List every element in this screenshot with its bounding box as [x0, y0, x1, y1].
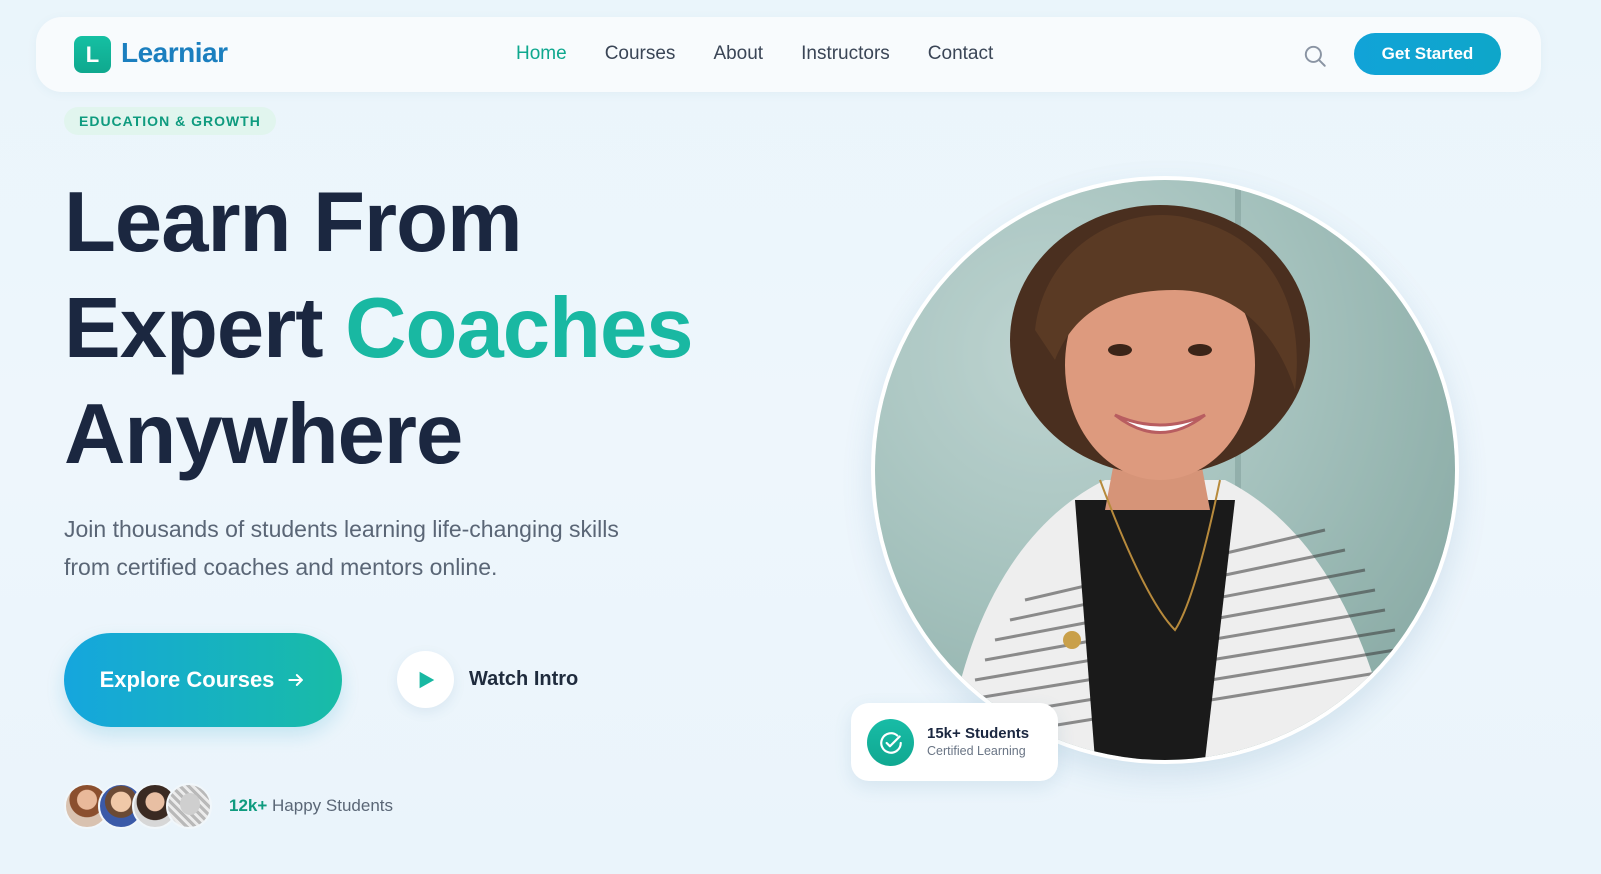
watch-intro-label: Watch Intro — [469, 668, 579, 690]
play-icon — [419, 671, 434, 688]
hero-photo — [875, 180, 1455, 760]
get-started-button[interactable]: Get Started — [1354, 33, 1501, 75]
happy-students-label: Happy Students — [272, 796, 393, 815]
happy-students: 12k+ Happy Students — [229, 796, 393, 816]
explore-courses-button[interactable]: Explore Courses — [64, 633, 342, 727]
nav-courses[interactable]: Courses — [605, 43, 676, 65]
nav-instructors[interactable]: Instructors — [801, 43, 890, 65]
coach-illustration — [875, 180, 1455, 760]
landing-page: L Learniar Home Courses About Instructor… — [0, 0, 1601, 874]
category-tag: EDUCATION & GROWTH — [64, 107, 276, 135]
top-navbar: L Learniar Home Courses About Instructor… — [36, 17, 1541, 92]
students-badge: 15k+ Students Certified Learning — [851, 703, 1058, 781]
happy-students-count: 12k+ — [229, 796, 268, 815]
play-button[interactable] — [397, 651, 454, 708]
avatar — [166, 783, 212, 829]
headline-line-2-plain: Expert — [64, 281, 324, 376]
nav-contact[interactable]: Contact — [928, 43, 993, 65]
explore-courses-label: Explore Courses — [99, 667, 275, 692]
nav-about[interactable]: About — [713, 43, 763, 65]
main-nav: Home Courses About Instructors Contact — [516, 43, 993, 65]
nav-home[interactable]: Home — [516, 43, 567, 65]
badge-title: 15k+ Students — [927, 725, 1030, 742]
headline-line-3: Anywhere — [64, 387, 463, 482]
badge-subtitle: Certified Learning — [927, 744, 1026, 758]
headline-accent-word: Coaches — [345, 276, 694, 382]
brand-name[interactable]: Learniar — [121, 37, 228, 69]
search-icon[interactable] — [1302, 43, 1328, 69]
headline-line-1: Learn From — [64, 175, 523, 270]
watch-intro-button[interactable]: Watch Intro — [397, 651, 578, 708]
hero-headline: Learn From Expert Coaches Anywhere — [64, 170, 694, 488]
student-avatars — [64, 783, 214, 831]
hero-subtitle: Join thousands of students learning life… — [64, 516, 619, 580]
arrow-right-icon — [288, 674, 304, 686]
hero-photo-frame — [871, 176, 1459, 764]
logo-icon[interactable]: L — [74, 36, 111, 73]
check-circle-icon — [867, 719, 914, 766]
